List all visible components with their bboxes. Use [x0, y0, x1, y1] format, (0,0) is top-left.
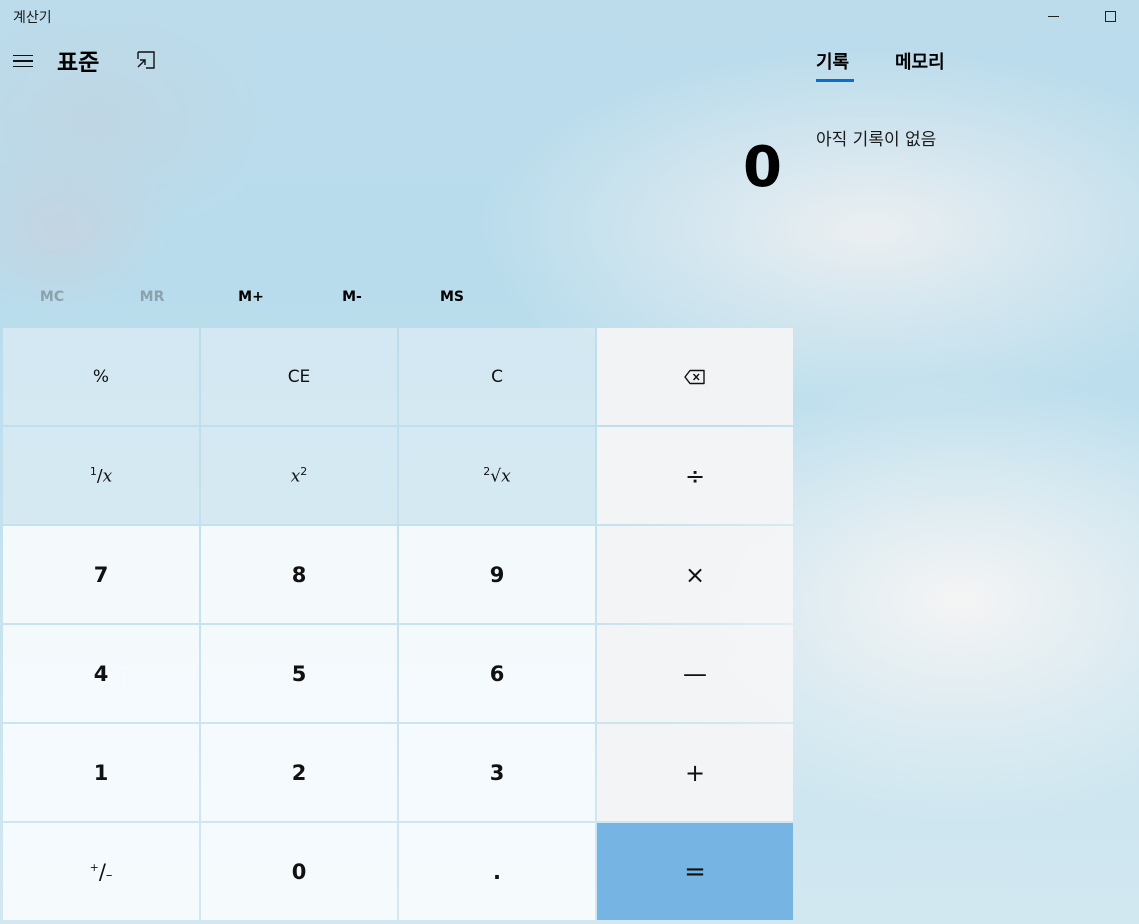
square-label: x2 — [290, 464, 308, 487]
minimize-icon — [1047, 15, 1059, 17]
hamburger-icon-line — [13, 60, 33, 62]
square-root-button[interactable]: 2√x — [399, 427, 595, 524]
divide-button[interactable]: ÷ — [597, 427, 793, 524]
backspace-button[interactable] — [597, 328, 793, 425]
memory-recall-button[interactable]: MR — [112, 280, 192, 314]
digit-6-button[interactable]: 6 — [399, 625, 595, 722]
digit-8-button[interactable]: 8 — [201, 526, 397, 623]
square-root-label: 2√x — [483, 464, 511, 487]
subtract-button[interactable]: — — [597, 625, 793, 722]
keep-on-top-button[interactable] — [134, 48, 158, 72]
result-display: 0 — [743, 135, 782, 200]
memory-add-button[interactable]: M+ — [211, 280, 291, 314]
maximize-button[interactable] — [1087, 0, 1133, 32]
reciprocal-label: 1/x — [89, 464, 113, 487]
app-title: 계산기 — [13, 10, 52, 26]
tab-history[interactable]: 기록 — [816, 48, 849, 74]
navigation-menu-button[interactable] — [6, 45, 40, 77]
memory-controls: MC MR M+ M- MS — [0, 280, 792, 314]
tab-memory[interactable]: 메모리 — [895, 48, 945, 74]
add-button[interactable]: + — [597, 724, 793, 821]
digit-3-button[interactable]: 3 — [399, 724, 595, 821]
memory-store-button[interactable]: MS — [412, 280, 492, 314]
digit-2-button[interactable]: 2 — [201, 724, 397, 821]
equals-button[interactable]: = — [597, 823, 793, 920]
backspace-icon — [684, 369, 705, 384]
decimal-button[interactable]: . — [399, 823, 595, 920]
negate-label: +/– — [89, 859, 113, 884]
percent-button[interactable]: % — [3, 328, 199, 425]
digit-4-button[interactable]: 4 — [3, 625, 199, 722]
digit-5-button[interactable]: 5 — [201, 625, 397, 722]
mode-title: 표준 — [57, 50, 100, 76]
digit-1-button[interactable]: 1 — [3, 724, 199, 821]
memory-clear-button[interactable]: MC — [12, 280, 92, 314]
keypad: % CE C 1/x x2 2√x ÷ 7 8 9 × 4 5 6 — 1 2 … — [3, 328, 793, 920]
square-button[interactable]: x2 — [201, 427, 397, 524]
hamburger-icon-line — [13, 65, 33, 68]
memory-subtract-button[interactable]: M- — [312, 280, 392, 314]
minimize-button[interactable] — [1030, 0, 1076, 32]
clear-entry-button[interactable]: CE — [201, 328, 397, 425]
digit-9-button[interactable]: 9 — [399, 526, 595, 623]
active-tab-indicator — [816, 79, 854, 82]
digit-7-button[interactable]: 7 — [3, 526, 199, 623]
hamburger-icon — [13, 54, 33, 57]
digit-0-button[interactable]: 0 — [201, 823, 397, 920]
history-empty-message: 아직 기록이 없음 — [816, 130, 937, 150]
maximize-icon — [1104, 10, 1116, 22]
multiply-button[interactable]: × — [597, 526, 793, 623]
title-bar: 계산기 — [0, 0, 1139, 32]
keep-on-top-icon — [137, 51, 155, 69]
negate-button[interactable]: +/– — [3, 823, 199, 920]
clear-button[interactable]: C — [399, 328, 595, 425]
reciprocal-button[interactable]: 1/x — [3, 427, 199, 524]
